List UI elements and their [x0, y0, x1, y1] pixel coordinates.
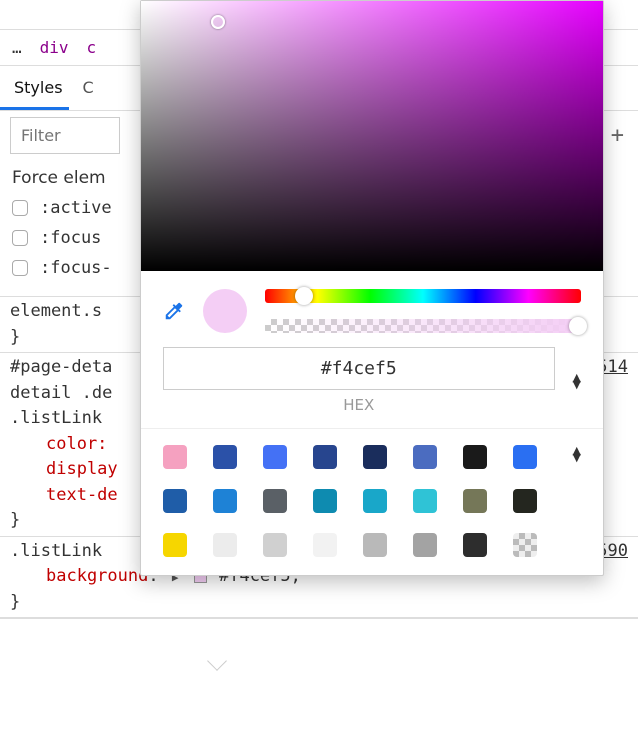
eyedropper-icon[interactable]	[163, 300, 185, 322]
hex-input[interactable]	[163, 347, 555, 390]
palette-swatch-12[interactable]	[363, 489, 387, 513]
force-focus-label: :focus	[40, 228, 101, 248]
palette-swatch-9[interactable]	[213, 489, 237, 513]
palette-swatch-1[interactable]	[213, 445, 237, 469]
add-rule-icon[interactable]: +	[611, 123, 628, 148]
palette-swatch-19[interactable]	[313, 533, 337, 557]
palette-swatch-21[interactable]	[413, 533, 437, 557]
color-picker: HEX ▲▼ ▲▼	[140, 0, 604, 576]
palette-swatch-2[interactable]	[263, 445, 287, 469]
breadcrumb-div[interactable]: div	[40, 38, 69, 57]
palette-swatch-0[interactable]	[163, 445, 187, 469]
palette-swatch-22[interactable]	[463, 533, 487, 557]
tab-styles[interactable]: Styles	[0, 66, 69, 110]
hue-slider[interactable]	[265, 289, 581, 303]
saturation-cursor[interactable]	[211, 15, 225, 29]
selector-listlink-hover: .listLink	[10, 541, 102, 561]
palette-swatch-11[interactable]	[313, 489, 337, 513]
palette-swatch-7[interactable]	[513, 445, 537, 469]
palette-swatch-16[interactable]	[163, 533, 187, 557]
alpha-thumb[interactable]	[569, 317, 587, 335]
palette-swatch-10[interactable]	[263, 489, 287, 513]
palette-swatch-18[interactable]	[263, 533, 287, 557]
palette-toggle-icon[interactable]: ▲▼	[573, 447, 581, 461]
prop-background[interactable]: background	[46, 566, 148, 586]
selector-detail: detail .de	[10, 383, 112, 403]
palette-swatch-17[interactable]	[213, 533, 237, 557]
selector-listlink: .listLink	[10, 408, 102, 428]
palette-swatch-4[interactable]	[363, 445, 387, 469]
palette-swatch-15[interactable]	[513, 489, 537, 513]
palette-swatch-13[interactable]	[413, 489, 437, 513]
hue-thumb[interactable]	[295, 287, 313, 305]
current-color-swatch	[203, 289, 247, 333]
checkbox-focus[interactable]	[12, 230, 28, 246]
palette-swatch-20[interactable]	[363, 533, 387, 557]
palette-swatch-3[interactable]	[313, 445, 337, 469]
format-toggle-icon[interactable]: ▲▼	[573, 374, 581, 388]
palette-grid	[163, 445, 559, 557]
breadcrumb-cut[interactable]: c	[87, 38, 97, 57]
selector-page-detail: #page-deta	[10, 357, 112, 377]
palette-swatch-14[interactable]	[463, 489, 487, 513]
popover-arrow	[207, 651, 227, 671]
palette-swatch-8[interactable]	[163, 489, 187, 513]
palette-swatch-6[interactable]	[463, 445, 487, 469]
breadcrumb-ellipsis[interactable]: …	[12, 38, 22, 57]
format-label: HEX	[163, 396, 555, 414]
tab-second[interactable]: C	[69, 66, 100, 110]
checkbox-active[interactable]	[12, 200, 28, 216]
checkbox-focus-within[interactable]	[12, 260, 28, 276]
palette-swatch-23[interactable]	[513, 533, 537, 557]
alpha-slider[interactable]	[265, 319, 581, 333]
saturation-area[interactable]	[141, 1, 603, 271]
palette-swatch-5[interactable]	[413, 445, 437, 469]
force-active-label: :active	[40, 198, 112, 218]
filter-input[interactable]	[10, 117, 120, 154]
force-focusw-label: :focus-	[40, 258, 112, 278]
selector-element-style: element.s	[10, 301, 102, 321]
